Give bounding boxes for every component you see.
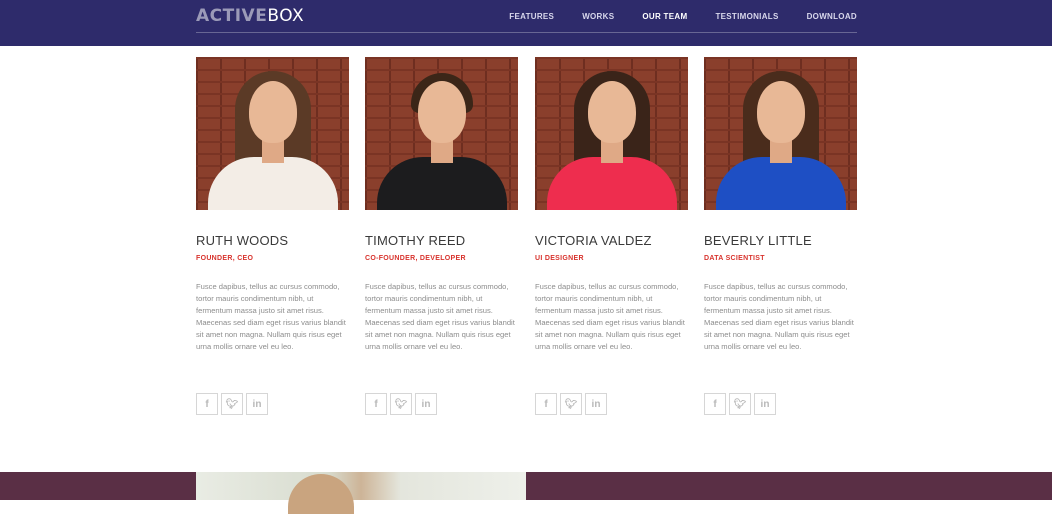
member-name: BEVERLY LITTLE: [704, 233, 812, 248]
member-bio: Fusce dapibus, tellus ac cursus commodo,…: [196, 282, 346, 351]
logo[interactable]: ACTIVEBOX: [196, 6, 304, 26]
navbar-inner: ACTIVEBOX FEATURES WORKS OUR TEAM TESTIM…: [196, 0, 857, 33]
nav-link-testimonials[interactable]: TESTIMONIALS: [715, 12, 778, 21]
nav-link-our-team[interactable]: OUR TEAM: [642, 12, 687, 21]
nav-link-download[interactable]: DOWNLOAD: [807, 12, 857, 21]
member-role: UI DESIGNER: [535, 255, 584, 262]
linkedin-icon[interactable]: in: [415, 393, 437, 415]
member-role: DATA SCIENTIST: [704, 255, 765, 262]
nav-link-works[interactable]: WORKS: [582, 12, 614, 21]
social-links: f 🐦︎ in: [365, 393, 437, 415]
team-card: VICTORIA VALDEZ UI DESIGNER Fusce dapibu…: [535, 57, 688, 415]
shirt-shape: [546, 157, 677, 210]
team-card: TIMOTHY REED CO-FOUNDER, DEVELOPER Fusce…: [365, 57, 518, 415]
linkedin-icon[interactable]: in: [754, 393, 776, 415]
logo-light-text: BOX: [267, 6, 305, 26]
face-shape: [756, 81, 805, 143]
social-links: f 🐦︎ in: [196, 393, 268, 415]
team-card: RUTH WOODS FOUNDER, CEO Fusce dapibus, t…: [196, 57, 349, 415]
shirt-shape: [207, 157, 338, 210]
facebook-icon[interactable]: f: [196, 393, 218, 415]
facebook-icon[interactable]: f: [365, 393, 387, 415]
nav-links: FEATURES WORKS OUR TEAM TESTIMONIALS DOW…: [509, 12, 857, 21]
linkedin-icon[interactable]: in: [585, 393, 607, 415]
member-name: VICTORIA VALDEZ: [535, 233, 652, 248]
member-role: FOUNDER, CEO: [196, 255, 254, 262]
team-photo: [704, 57, 857, 210]
member-bio: Fusce dapibus, tellus ac cursus commodo,…: [365, 282, 515, 351]
twitter-icon[interactable]: 🐦︎: [729, 393, 751, 415]
nav-link-features[interactable]: FEATURES: [509, 12, 554, 21]
shirt-shape: [715, 157, 846, 210]
member-bio: Fusce dapibus, tellus ac cursus commodo,…: [704, 282, 854, 351]
testimonials-band: [0, 472, 1052, 500]
top-navbar: ACTIVEBOX FEATURES WORKS OUR TEAM TESTIM…: [0, 0, 1052, 46]
team-card: BEVERLY LITTLE DATA SCIENTIST Fusce dapi…: [704, 57, 857, 415]
team-photo: [535, 57, 688, 210]
facebook-icon[interactable]: f: [704, 393, 726, 415]
team-photo: [196, 57, 349, 210]
shirt-shape: [376, 157, 507, 210]
member-role: CO-FOUNDER, DEVELOPER: [365, 255, 466, 262]
member-name: RUTH WOODS: [196, 233, 289, 248]
social-links: f 🐦︎ in: [535, 393, 607, 415]
face-shape: [248, 81, 297, 143]
twitter-icon[interactable]: 🐦︎: [221, 393, 243, 415]
linkedin-icon[interactable]: in: [246, 393, 268, 415]
team-section: RUTH WOODS FOUNDER, CEO Fusce dapibus, t…: [196, 57, 857, 427]
face-shape: [587, 81, 636, 143]
facebook-icon[interactable]: f: [535, 393, 557, 415]
team-photo: [365, 57, 518, 210]
face-shape: [417, 81, 466, 143]
twitter-icon[interactable]: 🐦︎: [560, 393, 582, 415]
member-bio: Fusce dapibus, tellus ac cursus commodo,…: [535, 282, 685, 351]
twitter-icon[interactable]: 🐦︎: [390, 393, 412, 415]
member-name: TIMOTHY REED: [365, 233, 466, 248]
testimonial-photo: [196, 472, 526, 500]
logo-bold-text: ACTIVE: [196, 6, 268, 26]
social-links: f 🐦︎ in: [704, 393, 776, 415]
